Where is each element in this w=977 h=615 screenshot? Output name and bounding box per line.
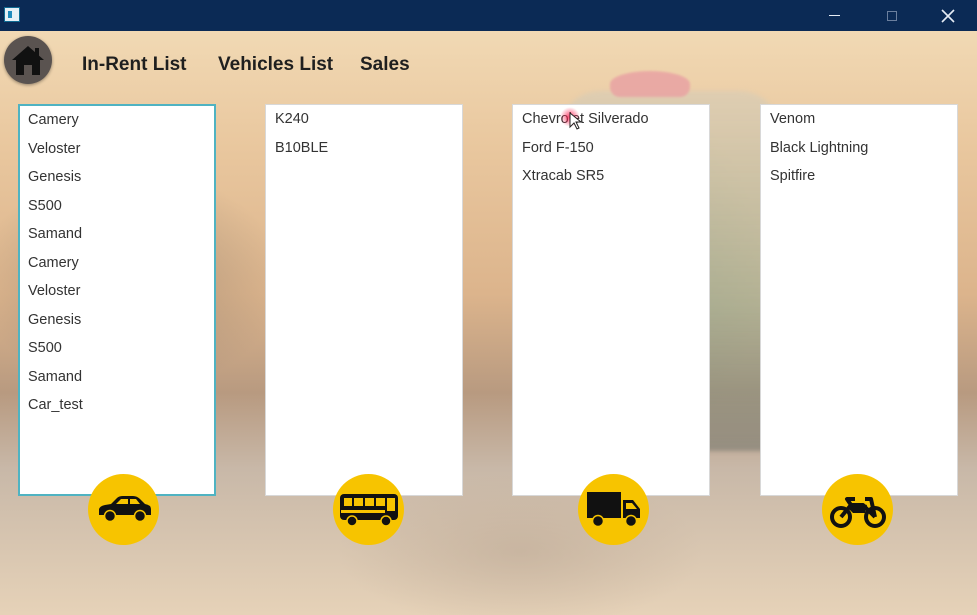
home-icon bbox=[12, 46, 44, 75]
umbrella-illustration bbox=[610, 71, 690, 97]
close-icon bbox=[941, 8, 955, 23]
list-item[interactable]: Veloster bbox=[20, 277, 214, 306]
list-item[interactable]: Veloster bbox=[20, 135, 214, 164]
list-item[interactable]: Camery bbox=[20, 106, 214, 135]
car-category-button[interactable] bbox=[88, 474, 159, 545]
nav-vehicles-list[interactable]: Vehicles List bbox=[218, 54, 333, 76]
minimize-icon bbox=[828, 15, 840, 16]
nav-in-rent-list[interactable]: In-Rent List bbox=[82, 54, 187, 76]
list-item[interactable]: Genesis bbox=[20, 163, 214, 192]
truck-category-button[interactable] bbox=[578, 474, 649, 545]
list-item[interactable]: Ford F-150 bbox=[513, 134, 709, 163]
list-item[interactable]: Chevrolet Silverado bbox=[513, 105, 709, 134]
list-item[interactable]: S500 bbox=[20, 192, 214, 221]
nav-sales[interactable]: Sales bbox=[360, 54, 410, 76]
bus-list[interactable]: K240 B10BLE bbox=[265, 104, 463, 496]
list-item[interactable]: Samand bbox=[20, 363, 214, 392]
maximize-icon bbox=[887, 10, 897, 21]
list-item[interactable]: K240 bbox=[266, 105, 462, 134]
home-button[interactable] bbox=[4, 36, 52, 84]
list-item[interactable]: Genesis bbox=[20, 306, 214, 335]
list-item[interactable]: Black Lightning bbox=[761, 134, 957, 163]
truck-list[interactable]: Chevrolet Silverado Ford F-150 Xtracab S… bbox=[512, 104, 710, 496]
car-list[interactable]: Camery Veloster Genesis S500 Samand Came… bbox=[18, 104, 216, 496]
list-item[interactable]: Xtracab SR5 bbox=[513, 162, 709, 191]
car-icon bbox=[98, 495, 151, 522]
app-icon bbox=[4, 7, 20, 22]
motorcycle-category-button[interactable] bbox=[822, 474, 893, 545]
list-item[interactable]: Venom bbox=[761, 105, 957, 134]
title-bar bbox=[0, 0, 977, 31]
maximize-button[interactable] bbox=[870, 0, 914, 31]
bus-icon bbox=[339, 493, 398, 527]
bus-category-button[interactable] bbox=[333, 474, 404, 545]
motorcycle-list[interactable]: Venom Black Lightning Spitfire bbox=[760, 104, 958, 496]
motorcycle-icon bbox=[829, 496, 886, 528]
list-item[interactable]: B10BLE bbox=[266, 134, 462, 163]
list-item[interactable]: Camery bbox=[20, 249, 214, 278]
list-item[interactable]: S500 bbox=[20, 334, 214, 363]
minimize-button[interactable] bbox=[812, 0, 856, 31]
truck-icon bbox=[586, 491, 640, 527]
close-button[interactable] bbox=[926, 0, 970, 31]
mouse-cursor-icon bbox=[569, 112, 583, 130]
list-item[interactable]: Samand bbox=[20, 220, 214, 249]
list-item[interactable]: Spitfire bbox=[761, 162, 957, 191]
list-item[interactable]: Car_test bbox=[20, 391, 214, 420]
